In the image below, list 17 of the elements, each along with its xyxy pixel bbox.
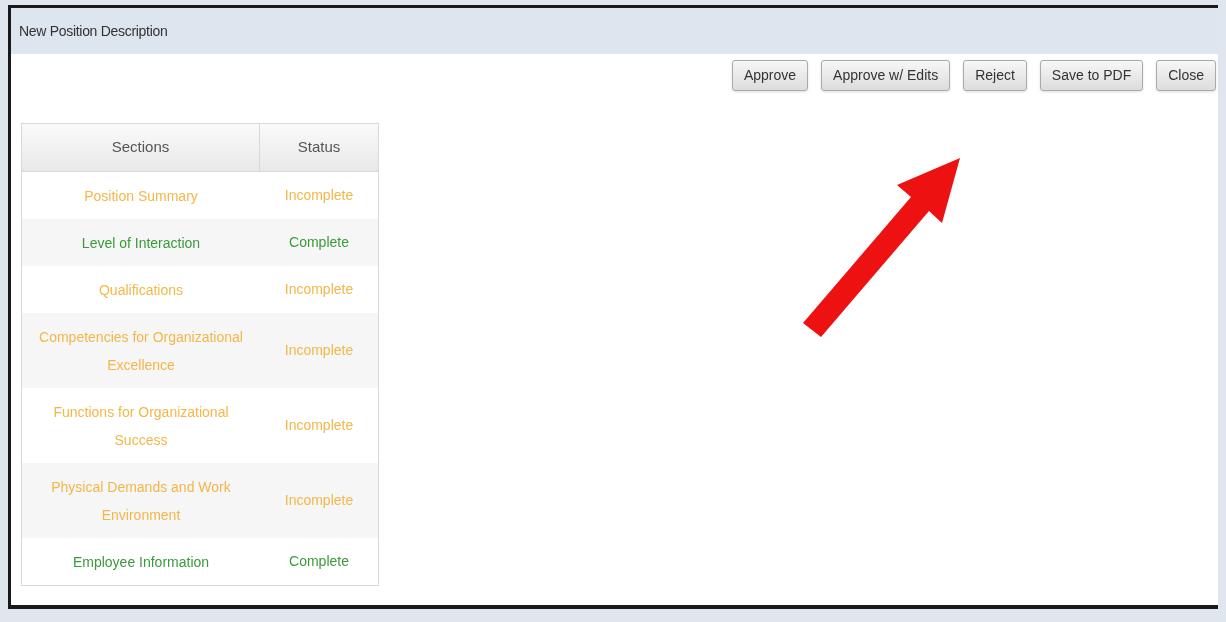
window-title: New Position Description bbox=[19, 21, 168, 41]
action-button[interactable]: Reject bbox=[963, 60, 1027, 91]
status-text: Incomplete bbox=[284, 186, 354, 205]
status-text: Incomplete bbox=[284, 416, 354, 435]
column-header: Sections bbox=[22, 124, 260, 171]
action-button[interactable]: Save to PDF bbox=[1039, 60, 1144, 91]
column-header: Status bbox=[296, 137, 342, 158]
status-text: Incomplete bbox=[284, 491, 354, 510]
action-button[interactable]: Approve bbox=[731, 60, 809, 91]
action-button[interactable]: Approve w/ Edits bbox=[821, 60, 951, 91]
section-link[interactable]: Employee Information bbox=[72, 547, 210, 576]
status-text: Incomplete bbox=[284, 341, 354, 360]
status-text: Incomplete bbox=[284, 280, 354, 299]
section-link[interactable]: Level of Interaction bbox=[81, 228, 201, 257]
action-button[interactable]: Close bbox=[1156, 60, 1216, 91]
status-text: Complete bbox=[289, 233, 349, 252]
status-text: Complete bbox=[289, 552, 349, 571]
